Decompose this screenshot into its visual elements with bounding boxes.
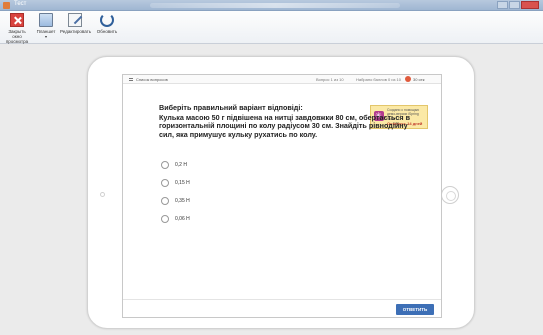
edit-icon xyxy=(68,13,82,27)
answer-option-3[interactable]: 0,35 Н xyxy=(161,197,190,205)
answer-option-1[interactable]: 0,2 Н xyxy=(161,161,190,169)
answer-list: 0,2 Н 0,15 Н 0,35 Н 0,06 Н xyxy=(161,161,190,233)
refresh-icon xyxy=(100,13,114,27)
radio-icon[interactable] xyxy=(161,215,169,223)
submit-answer-button[interactable]: ОТВЕТИТЬ xyxy=(396,304,434,315)
radio-icon[interactable] xyxy=(161,197,169,205)
instruction: Виберіть правильний варіант відповіді: xyxy=(159,103,303,112)
question-body: Кулька масою 50 г підвішена на нитці зав… xyxy=(159,112,410,139)
refresh-button[interactable]: Обновить xyxy=(94,13,120,34)
close-preview-button[interactable]: Закрыть окно просмотра xyxy=(3,13,31,44)
tablet-button[interactable]: Планшет ▾ xyxy=(35,13,57,39)
maximize-button[interactable] xyxy=(509,1,520,9)
close-window-button[interactable] xyxy=(521,1,539,9)
edit-button[interactable]: Редактировать xyxy=(60,13,91,34)
radio-icon[interactable] xyxy=(161,161,169,169)
home-button-icon xyxy=(441,186,459,204)
timer: 30 сек xyxy=(405,76,425,82)
score-label: Набрано баллов 0 из 10 xyxy=(356,77,401,82)
player-screen: Список вопросов Вопрос 1 из 10 Набрано б… xyxy=(122,74,442,318)
camera-icon xyxy=(100,192,105,197)
app-icon xyxy=(3,2,10,9)
player-footer: ОТВЕТИТЬ xyxy=(123,299,441,317)
player-topbar: Список вопросов Вопрос 1 из 10 Набрано б… xyxy=(123,75,441,84)
tablet-icon xyxy=(39,13,53,27)
chevron-down-icon: ▾ xyxy=(44,34,47,39)
window-controls xyxy=(496,1,539,9)
timer-icon xyxy=(405,76,411,82)
question-counter: Вопрос 1 из 10 xyxy=(316,77,344,82)
title-bar: Тест xyxy=(0,0,543,11)
question-list-button[interactable]: Список вопросов xyxy=(129,77,168,82)
answer-option-4[interactable]: 0,06 Н xyxy=(161,215,190,223)
list-icon xyxy=(129,78,133,81)
question-text: Виберіть правильний варіант відповіді: К… xyxy=(159,103,411,139)
answer-option-2[interactable]: 0,15 Н xyxy=(161,179,190,187)
window-title: Тест xyxy=(14,1,27,7)
radio-icon[interactable] xyxy=(161,179,169,187)
close-icon xyxy=(10,13,24,27)
ribbon-toolbar: Закрыть окно просмотра Планшет ▾ Редакти… xyxy=(0,11,543,44)
tablet-frame: Список вопросов Вопрос 1 из 10 Набрано б… xyxy=(87,56,475,329)
minimize-button[interactable] xyxy=(497,1,508,9)
